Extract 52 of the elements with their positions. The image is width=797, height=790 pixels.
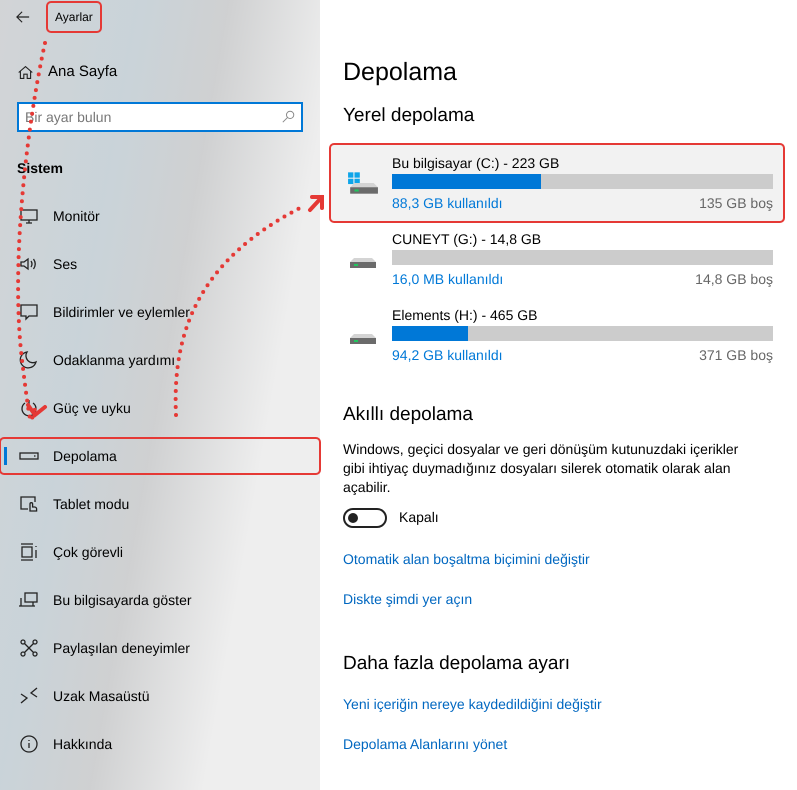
settings-link[interactable]: Diskte şimdi yer açın <box>343 590 472 608</box>
settings-link[interactable]: Depolama Alanlarını yönet <box>343 735 508 753</box>
message-icon <box>19 302 39 322</box>
drive-item[interactable]: CUNEYT (G:) - 14,8 GB 16,0 MB kullanıldı 14,8 GB boş <box>331 221 783 297</box>
used-space: 88,3 GB kullanıldı <box>392 194 503 212</box>
nav-item[interactable]: Bildirimler ve eylemler <box>1 295 319 329</box>
toggle-switch[interactable] <box>343 508 387 528</box>
section-heading: Daha fazla depolama ayarı <box>343 652 572 676</box>
nav-item[interactable]: Tablet modu <box>1 487 319 521</box>
settings-link[interactable]: Yeni içeriğin nereye kaydedildiğini değiştir <box>343 695 602 713</box>
search-icon <box>282 110 295 123</box>
drive-icon <box>349 257 377 269</box>
settings-link[interactable]: Otomatik alan boşaltma biçimini değiştir <box>343 550 590 568</box>
toggle-label: Kapalı <box>399 508 439 527</box>
window-title: Ayarlar <box>48 3 100 31</box>
free-space: 14,8 GB boş <box>695 270 773 288</box>
nav-item[interactable]: Güç ve uyku <box>1 391 319 425</box>
section-heading: Yerel depolama <box>343 104 476 128</box>
section-heading: Sistem <box>17 158 63 178</box>
nav-item[interactable]: Bu bilgisayarda göster <box>1 583 319 617</box>
home-link[interactable]: Ana Sayfa <box>48 60 118 84</box>
back-arrow-icon[interactable] <box>16 10 30 24</box>
power-icon <box>19 398 39 418</box>
section-heading: Akıllı depolama <box>343 403 474 427</box>
nav-item[interactable]: Uzak Masaüstü <box>1 679 319 713</box>
nav-item[interactable]: Ses <box>1 247 319 281</box>
nav-item[interactable]: Çok görevli <box>1 535 319 569</box>
drive-item[interactable]: Elements (H:) - 465 GB 94,2 GB kullanıldı 371 GB boş <box>331 297 783 373</box>
share-icon <box>19 638 39 658</box>
drive-icon <box>349 333 377 345</box>
free-space: 135 GB boş <box>699 194 773 212</box>
remote-icon <box>19 686 39 706</box>
page-title: Depolama <box>343 57 458 88</box>
free-space: 371 GB boş <box>699 346 773 364</box>
nav-item[interactable]: Paylaşılan deneyimler <box>1 631 319 665</box>
drive-name: Bu bilgisayar (C:) - 223 GB <box>392 154 560 172</box>
nav-item[interactable]: Depolama <box>1 439 319 473</box>
tablet-icon <box>19 494 39 514</box>
drive-item[interactable]: Bu bilgisayar (C:) - 223 GB 88,3 GB kullanıldı 135 GB boş <box>331 145 783 221</box>
description-text: Windows, geçici dosyalar ve geri dönüşüm kutunuzdaki içerikler gibi ihtiyaç duymadığınız dosyaları silerek otomatik olarak alan açabilir. <box>343 440 740 497</box>
moon-icon <box>19 350 39 370</box>
used-space: 94,2 GB kullanıldı <box>392 346 503 364</box>
drive-name: CUNEYT (G:) - 14,8 GB <box>392 230 542 248</box>
nav-item[interactable]: Monitör <box>1 199 319 233</box>
drive-name: Elements (H:) - 465 GB <box>392 306 538 324</box>
info-icon <box>19 734 39 754</box>
multitask-icon <box>19 542 39 562</box>
nav-item[interactable]: Hakkında <box>1 727 319 761</box>
used-space: 16,0 MB kullanıldı <box>392 270 504 288</box>
nav-item[interactable]: Odaklanma yardımı <box>1 343 319 377</box>
system-drive-icon <box>347 171 379 195</box>
home-icon <box>17 64 34 80</box>
